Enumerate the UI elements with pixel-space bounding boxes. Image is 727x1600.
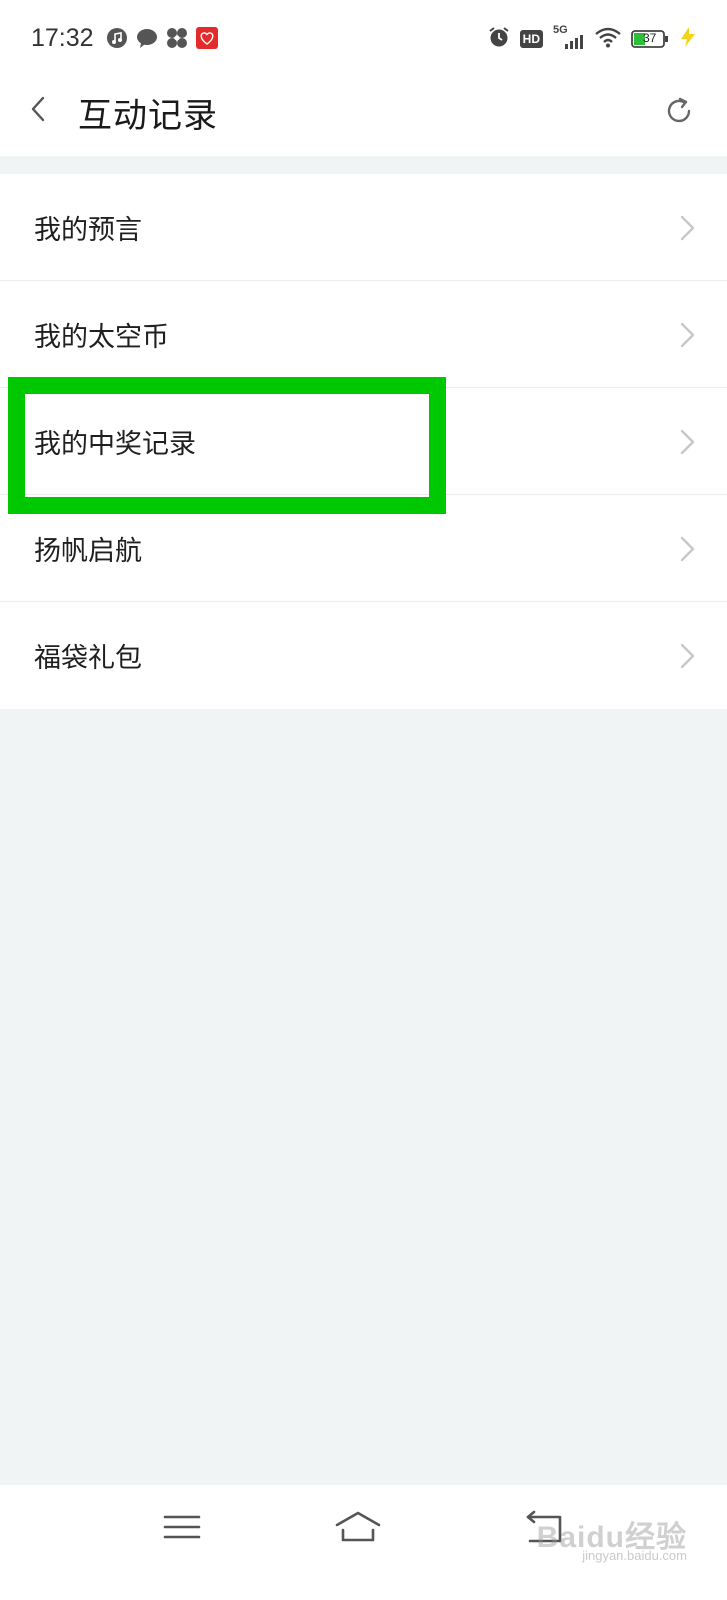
signal-icon: 5G <box>553 24 585 51</box>
fan-icon <box>166 27 188 49</box>
chevron-left-icon[interactable] <box>26 96 52 122</box>
hd-icon: HD <box>519 30 543 48</box>
notification-icons <box>106 27 218 49</box>
chevron-right-icon <box>679 642 697 670</box>
home-icon[interactable] <box>333 1507 383 1547</box>
hamburger-icon[interactable] <box>158 1507 208 1547</box>
header-bar: 互动记录 <box>0 78 727 156</box>
chevron-right-icon <box>679 535 697 563</box>
status-bar: 17:32 HD 5G 37 <box>0 0 727 78</box>
chat-icon <box>136 27 158 49</box>
refresh-icon[interactable] <box>664 96 694 126</box>
menu-item-space-coins[interactable]: 我的太空币 <box>0 281 727 388</box>
wifi-icon <box>595 26 621 52</box>
menu-item-label: 福袋礼包 <box>34 643 142 674</box>
alarm-icon <box>488 26 510 52</box>
system-icons: HD 5G 37 <box>488 24 697 52</box>
status-time: 17:32 <box>31 24 94 52</box>
charging-icon <box>679 26 697 52</box>
menu-item-prize-records[interactable]: 我的中奖记录 <box>0 388 727 495</box>
music-icon <box>106 27 128 49</box>
menu-item-label: 我的预言 <box>34 215 142 246</box>
chevron-right-icon <box>679 214 697 242</box>
baidu-watermark-url: jingyan.baidu.com <box>582 1548 687 1563</box>
chevron-right-icon <box>679 428 697 456</box>
menu-item-set-sail[interactable]: 扬帆启航 <box>0 495 727 602</box>
battery-icon: 37 <box>631 29 669 49</box>
menu-item-label: 我的中奖记录 <box>34 429 196 460</box>
menu-item-label: 扬帆启航 <box>34 536 142 567</box>
menu-item-my-predictions[interactable]: 我的预言 <box>0 174 727 281</box>
chevron-right-icon <box>679 321 697 349</box>
page-title: 互动记录 <box>78 96 218 136</box>
menu-item-label: 我的太空币 <box>34 322 169 353</box>
menu-item-lucky-bag[interactable]: 福袋礼包 <box>0 602 727 709</box>
battery-level: 37 <box>643 31 657 45</box>
taobao-icon <box>196 27 218 49</box>
interaction-menu: 我的预言 我的太空币 我的中奖记录 扬帆启航 福袋礼包 <box>0 174 727 709</box>
